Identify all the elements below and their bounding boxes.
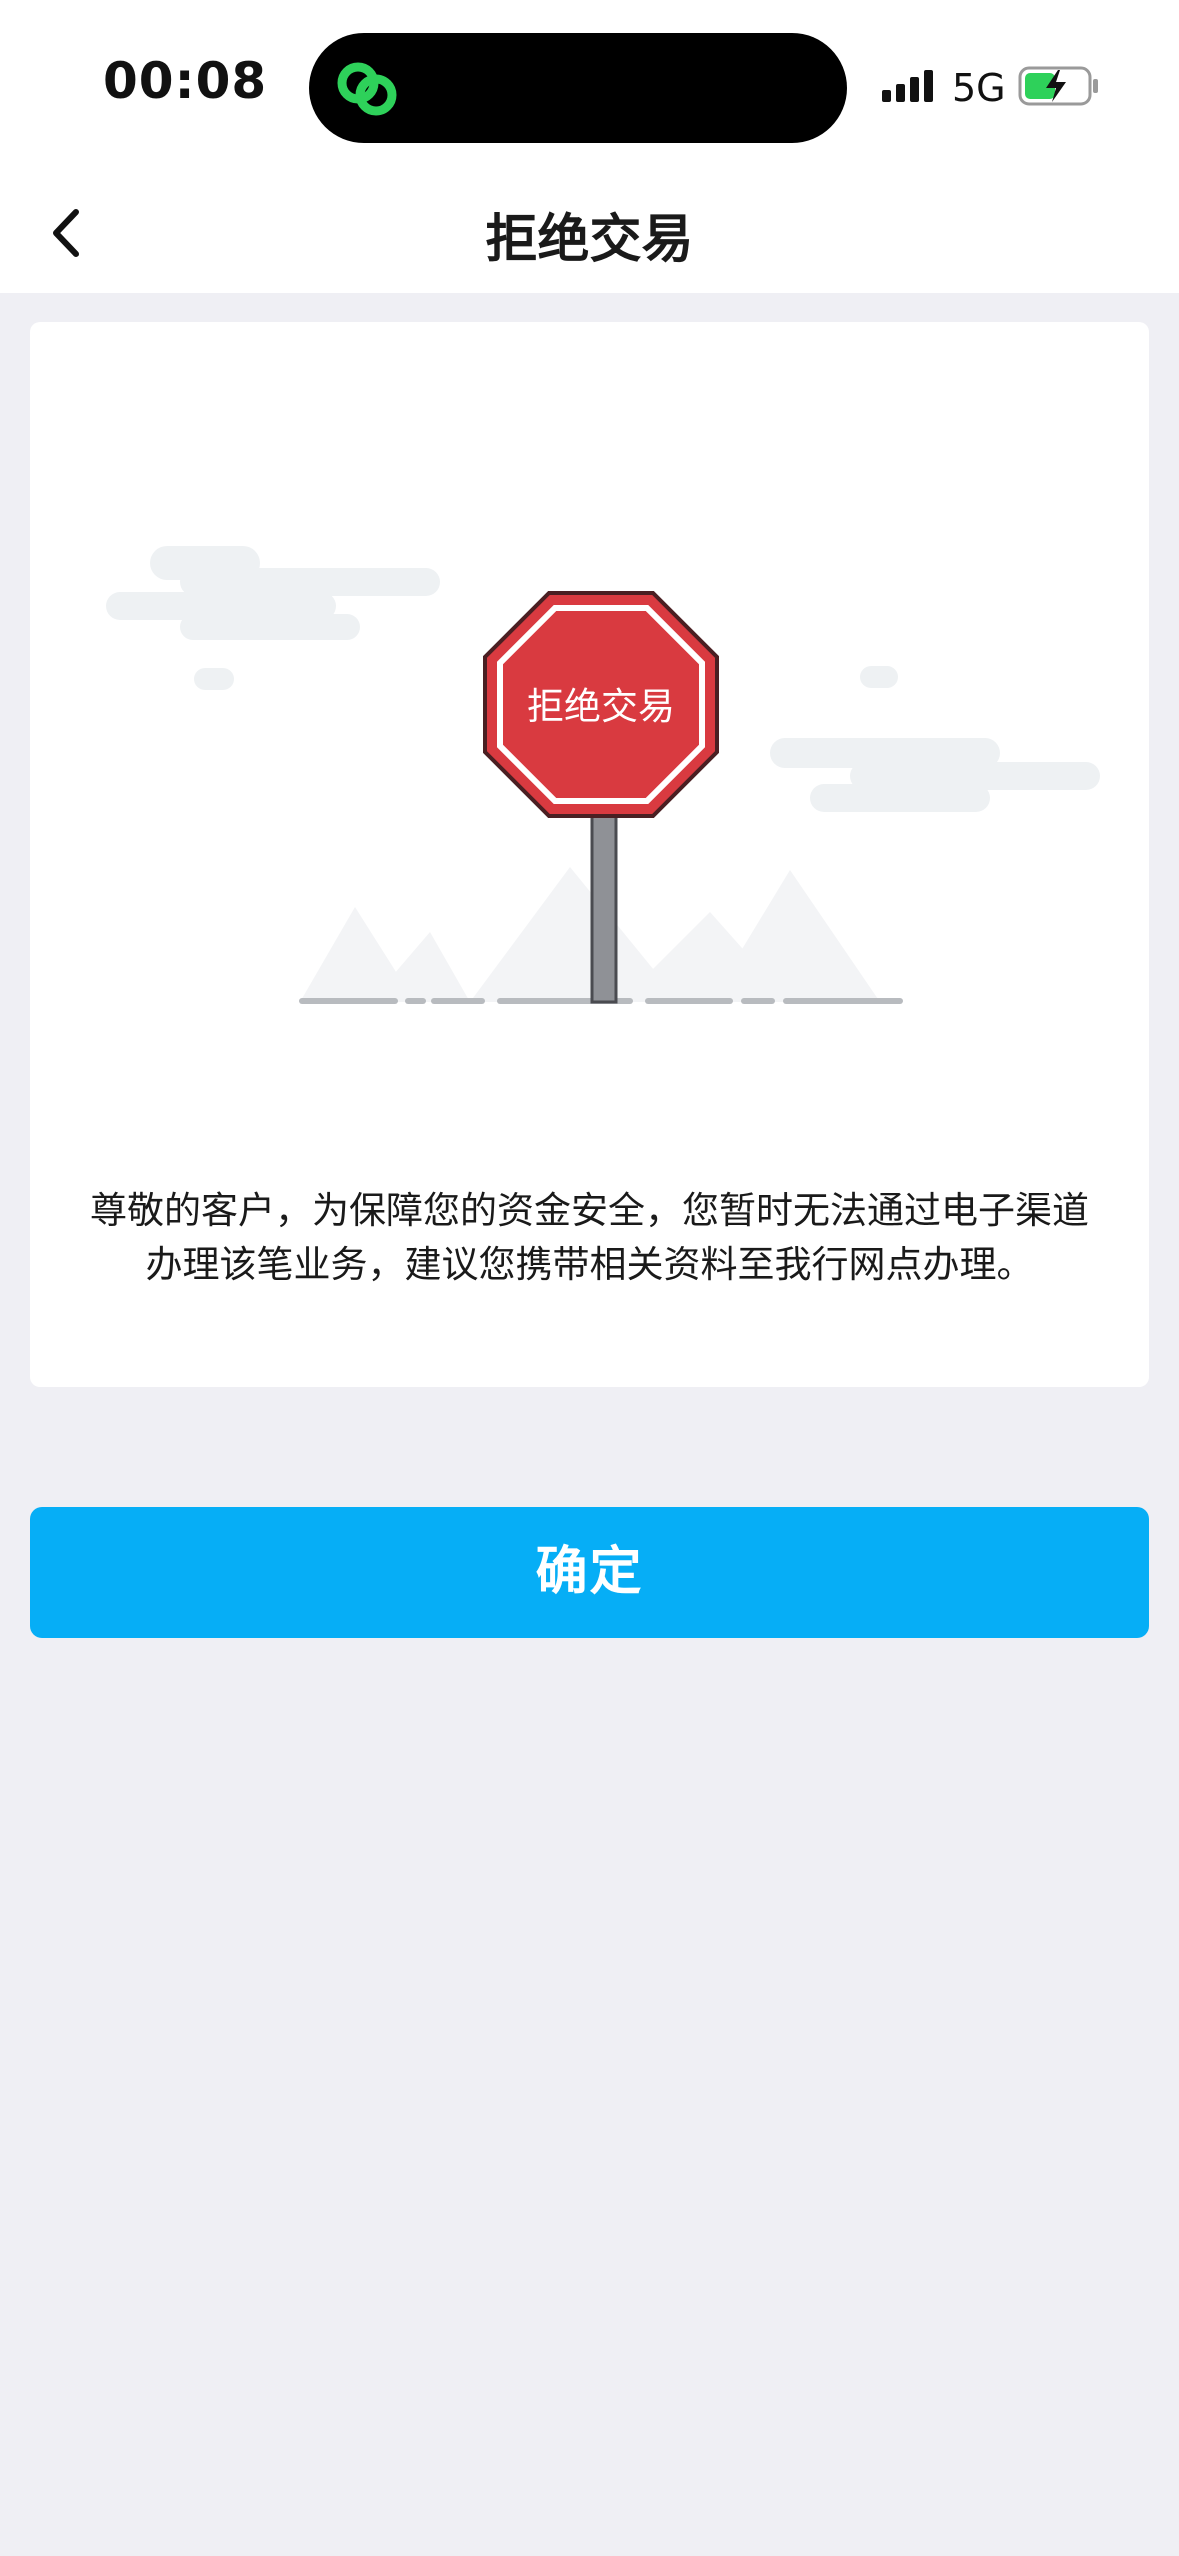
link-icon xyxy=(337,62,397,116)
result-card: 拒绝交易 尊敬的客户，为保障您的资金安全，您暂时无法通过电子渠道 办理该笔业务，… xyxy=(30,322,1149,1387)
message-line-1: 尊敬的客户，为保障您的资金安全，您暂时无法通过电子渠道 xyxy=(90,1189,1089,1232)
battery-charging-icon xyxy=(1018,66,1098,106)
mountains xyxy=(300,867,880,1002)
cloud-right xyxy=(770,666,1100,812)
cloud-left xyxy=(106,546,440,690)
message-line-2: 办理该笔业务，建议您携带相关资料至我行网点办理。 xyxy=(145,1243,1034,1286)
page-title: 拒绝交易 xyxy=(485,210,694,270)
navigation-bar: 拒绝交易 xyxy=(0,170,1179,293)
confirm-button[interactable]: 确定 xyxy=(30,1507,1149,1638)
rejection-message: 尊敬的客户，为保障您的资金安全，您暂时无法通过电子渠道 办理该笔业务，建议您携带… xyxy=(30,1184,1149,1292)
dynamic-island xyxy=(309,33,847,143)
status-time: 00:08 xyxy=(103,52,268,110)
network-type: 5G xyxy=(952,66,1006,110)
status-bar: 00:08 5G xyxy=(0,0,1179,170)
signal-icon xyxy=(882,70,933,102)
sign-label: 拒绝交易 xyxy=(527,685,675,728)
stop-sign-illustration: 拒绝交易 xyxy=(106,546,1100,1004)
